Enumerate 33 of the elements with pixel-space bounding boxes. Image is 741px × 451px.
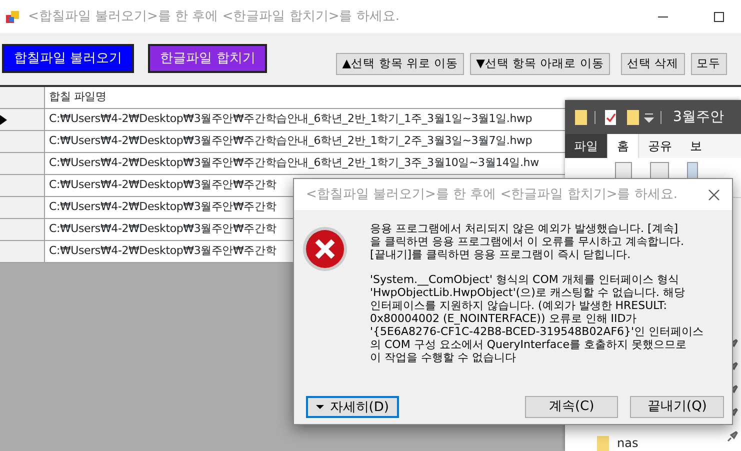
folder-item[interactable]: nas — [617, 434, 638, 451]
toolbar-button[interactable]: ▼선택 항목 아래로 이동 — [470, 53, 610, 75]
toolbar-button[interactable]: 모두 — [690, 53, 727, 75]
dialog-button[interactable]: 끝내기(Q) — [630, 396, 724, 418]
close-icon[interactable] — [708, 188, 720, 200]
merge-button[interactable]: 한글파일 합치기 — [148, 44, 268, 73]
table-cell-text: C:₩Users₩4-2₩Desktop₩3월주안₩주간학 — [48, 199, 278, 216]
folder-icon — [597, 436, 609, 450]
error-icon — [302, 226, 348, 272]
window-title: <합칠파일 불러오기>를 한 후에 <한글파일 합치기>를 하세요. — [28, 8, 400, 26]
details-button[interactable]: 자세히(D) — [306, 396, 399, 418]
toolbar-button[interactable]: 선택 삭제 — [620, 53, 685, 75]
caret-icon — [316, 404, 324, 410]
file-tab[interactable]: 파일 — [565, 134, 607, 158]
app-icon — [6, 10, 20, 24]
error-message: 'System.__ComObject' 형식의 COM 개체를 인터페이스 형식 'HwpObjectLib.HwpObject'(으)로 캐스팅할 수 없습니다. 해당 인터페이스를 지원하지 않습니다. (예외가 발생한 HRESULT: 0x80004002 (E_NOINTERFACE)) 오류로 인해 IID가 '{5E6A8276-CF1C-42B8-BCED-319548B02AF6}'인 인터페이스 의 COM 구성 요소에서 QueryInterface를 호출하지 못했으므로 이 작업을 수행할 수 없습니다 — [370, 273, 705, 364]
pin-icon[interactable] — [725, 430, 739, 444]
dialog-title: <합칠파일 불러오기>를 한 후에 <한글파일 합치기>를 하세요. — [306, 186, 678, 204]
table-cell-text: C:₩Users₩4-2₩Desktop₩3월주안₩주간학 — [48, 221, 278, 238]
error-message: 응용 프로그램에서 처리되지 않은 예외가 발생했습니다. [계속] 을 클릭하면 응용 프로그램에서 이 오류를 무시하고 계속합니다. [끝내기]를 클릭하면 응용 프로그램이 즉시 닫힙니다. — [370, 222, 685, 261]
window-title: 3월주안 — [673, 108, 724, 126]
dialog-button[interactable]: 계속(C) — [524, 396, 618, 418]
table-cell-text: C:₩Users₩4-2₩Desktop₩3월주안₩주간학습안내_6학년_2반_1학기_3주_3월10일~3월14일.hw — [48, 155, 540, 172]
table-cell-text: C:₩Users₩4-2₩Desktop₩3월주안₩주간학습안내_6학년_2반_1학기_1주_3월1일~3월1일.hwp — [48, 111, 534, 128]
column-header: 합칠 파일명 — [48, 89, 108, 106]
ribbon-tab[interactable]: 홈 — [607, 134, 639, 158]
table-cell-text: C:₩Users₩4-2₩Desktop₩3월주안₩주간학 — [48, 177, 278, 194]
load-files-button[interactable]: 합칠파일 불러오기 — [2, 44, 134, 73]
table-cell-text: C:₩Users₩4-2₩Desktop₩3월주안₩주간학습안내_6학년_2반_1학기_2주_3월3일~3월7일.hwp — [48, 133, 534, 150]
toolbar-button[interactable]: ▲선택 항목 위로 이동 — [336, 53, 464, 75]
maximize-icon[interactable] — [713, 10, 725, 22]
file-icon[interactable] — [687, 162, 698, 179]
table-cell-text: C:₩Users₩4-2₩Desktop₩3월주안₩주간학 — [48, 243, 278, 260]
